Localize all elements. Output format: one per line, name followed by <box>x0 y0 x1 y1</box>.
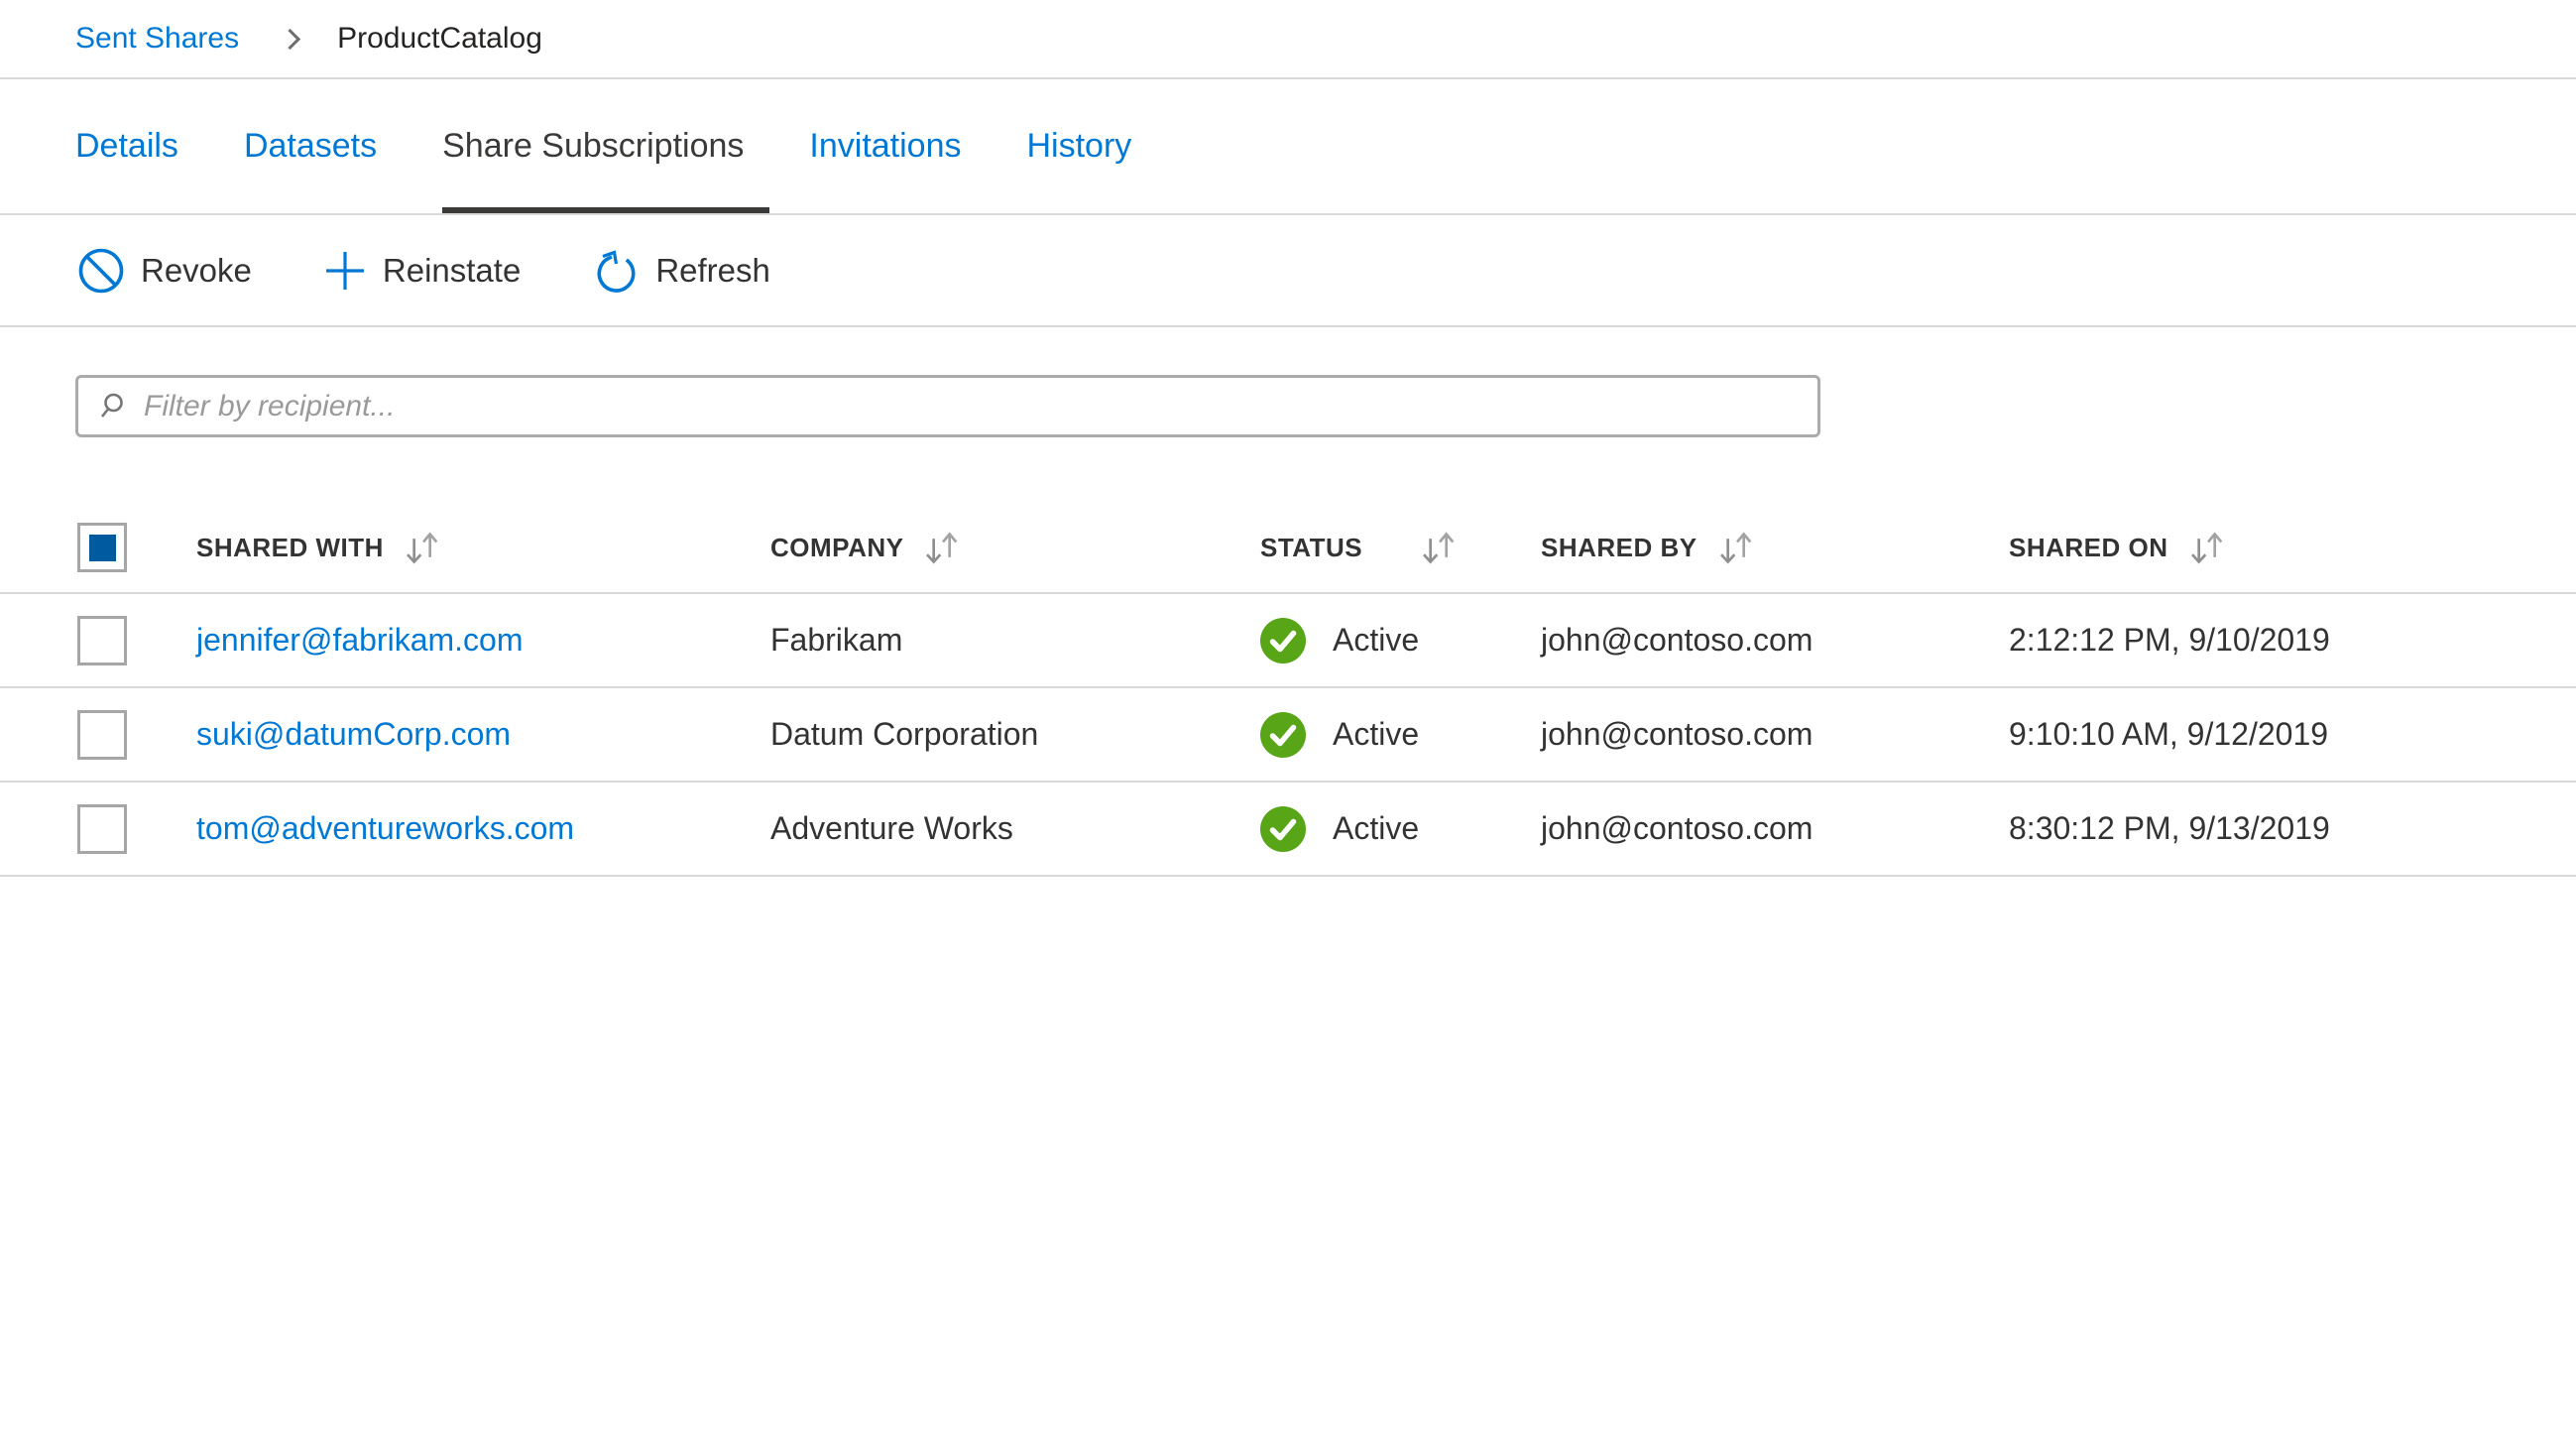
check-circle-icon <box>1260 712 1306 758</box>
column-header-label: SHARED ON <box>2009 533 2168 563</box>
revoke-button[interactable]: Revoke <box>77 247 252 295</box>
shared-with-link[interactable]: suki@datumCorp.com <box>196 716 770 753</box>
status-cell: Active <box>1260 806 1541 852</box>
command-bar: Revoke Reinstate Refresh <box>0 215 2576 327</box>
shared-on-cell: 2:12:12 PM, 9/10/2019 <box>2009 622 2576 659</box>
shared-on-cell: 8:30:12 PM, 9/13/2019 <box>2009 810 2576 847</box>
tab-share-subscriptions[interactable]: Share Subscriptions <box>442 79 769 213</box>
check-circle-icon <box>1260 618 1306 664</box>
sort-updown-icon <box>921 527 961 569</box>
column-header-status[interactable]: STATUS <box>1260 527 1541 569</box>
check-circle-icon <box>1260 806 1306 852</box>
tab-bar: Details Datasets Share Subscriptions Inv… <box>0 79 2576 215</box>
company-cell: Adventure Works <box>770 810 1260 847</box>
status-cell: Active <box>1260 712 1541 758</box>
reinstate-button[interactable]: Reinstate <box>323 249 521 293</box>
sort-updown-icon <box>2186 527 2226 569</box>
shared-on-cell: 9:10:10 AM, 9/12/2019 <box>2009 716 2576 753</box>
sort-updown-icon <box>402 527 441 569</box>
breadcrumb: Sent Shares ProductCatalog <box>0 0 2576 79</box>
filter-box <box>75 375 1820 437</box>
plus-icon <box>323 249 367 293</box>
company-cell: Datum Corporation <box>770 716 1260 753</box>
status-label: Active <box>1333 716 1419 753</box>
status-label: Active <box>1333 810 1419 847</box>
column-header-label: SHARED BY <box>1541 533 1698 563</box>
shared-with-link[interactable]: tom@adventureworks.com <box>196 810 770 847</box>
refresh-button[interactable]: Refresh <box>592 247 770 295</box>
block-icon <box>77 247 125 295</box>
column-header-label: COMPANY <box>770 533 903 563</box>
sort-updown-icon <box>1715 527 1755 569</box>
shared-by-cell: john@contoso.com <box>1541 716 2009 753</box>
sort-updown-icon <box>1418 527 1458 569</box>
table-row[interactable]: suki@datumCorp.com Datum Corporation Act… <box>0 688 2576 783</box>
column-header-shared-on[interactable]: SHARED ON <box>2009 527 2576 569</box>
row-checkbox[interactable] <box>77 804 127 854</box>
refresh-icon <box>592 247 640 295</box>
select-all-checkbox[interactable] <box>77 523 127 572</box>
company-cell: Fabrikam <box>770 622 1260 659</box>
column-header-label: SHARED WITH <box>196 533 384 563</box>
shared-by-cell: john@contoso.com <box>1541 622 2009 659</box>
column-header-shared-with[interactable]: SHARED WITH <box>196 527 770 569</box>
tab-datasets[interactable]: Datasets <box>244 79 377 213</box>
column-header-shared-by[interactable]: SHARED BY <box>1541 527 2009 569</box>
table-header-row: SHARED WITH COMPANY STATUS SHARED BY <box>0 503 2576 594</box>
shared-by-cell: john@contoso.com <box>1541 810 2009 847</box>
table-row[interactable]: jennifer@fabrikam.com Fabrikam Active jo… <box>0 594 2576 688</box>
tab-invitations[interactable]: Invitations <box>809 79 961 213</box>
row-checkbox[interactable] <box>77 616 127 665</box>
shared-with-link[interactable]: jennifer@fabrikam.com <box>196 622 770 659</box>
breadcrumb-link-sent-shares[interactable]: Sent Shares <box>75 22 239 56</box>
refresh-button-label: Refresh <box>655 252 770 290</box>
column-header-label: STATUS <box>1260 533 1362 563</box>
search-icon <box>96 390 130 423</box>
status-cell: Active <box>1260 618 1541 664</box>
column-header-company[interactable]: COMPANY <box>770 527 1260 569</box>
tab-details[interactable]: Details <box>75 79 178 213</box>
row-checkbox[interactable] <box>77 710 127 760</box>
reinstate-button-label: Reinstate <box>383 252 521 290</box>
filter-section <box>0 327 2576 437</box>
revoke-button-label: Revoke <box>141 252 252 290</box>
tab-history[interactable]: History <box>1027 79 1132 213</box>
chevron-right-icon <box>280 28 300 49</box>
table-row[interactable]: tom@adventureworks.com Adventure Works A… <box>0 783 2576 877</box>
checkbox-indeterminate-mark <box>89 535 116 561</box>
status-label: Active <box>1333 622 1419 659</box>
filter-input[interactable] <box>144 378 1800 434</box>
breadcrumb-current: ProductCatalog <box>337 22 542 56</box>
